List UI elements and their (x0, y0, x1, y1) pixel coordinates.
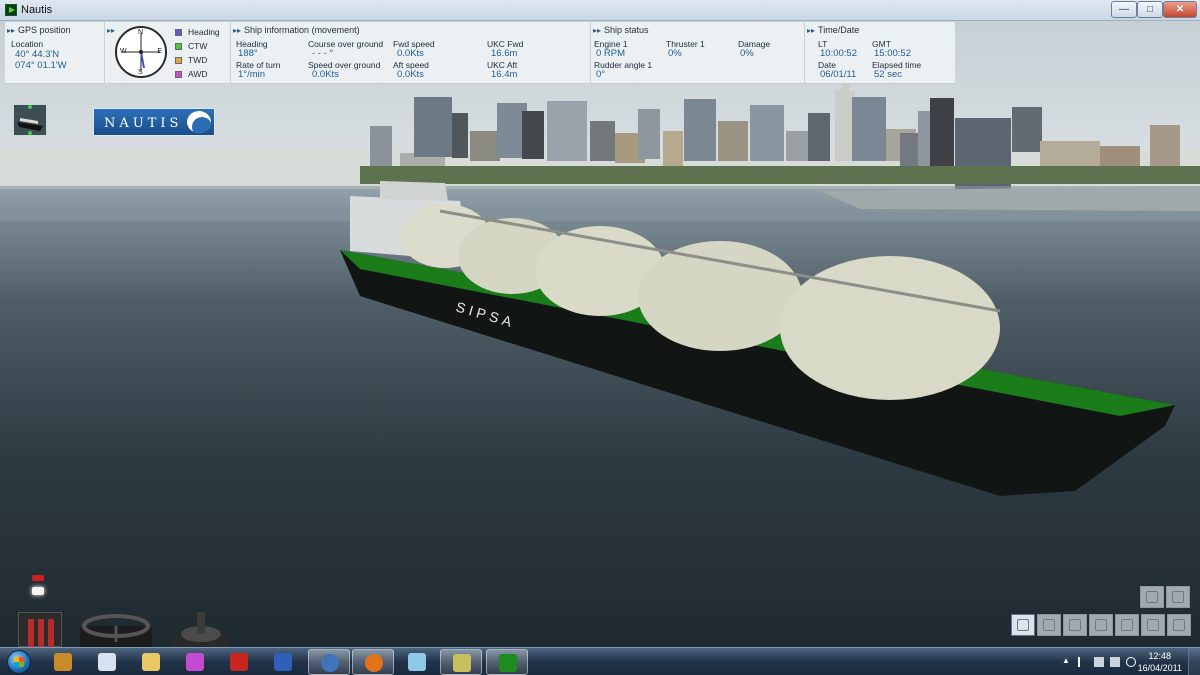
nautis-play-icon (499, 654, 517, 672)
window-title: Nautis (21, 4, 53, 16)
collapse-chevron-icon[interactable]: ▸▸ (593, 26, 601, 35)
course-over-ground-value: - - - ° (312, 48, 334, 59)
taskbar-app-word[interactable] (262, 649, 304, 675)
minimize-button[interactable]: — (1111, 1, 1137, 18)
nautis-wave-icon (187, 111, 211, 133)
fwd-speed-value: 0.0Kts (397, 48, 424, 59)
taskbar-clock[interactable]: 12:48 16/04/2011 (1138, 650, 1182, 674)
volume-icon[interactable] (1126, 657, 1136, 667)
speed-over-ground-value: 0.0Kts (312, 69, 339, 80)
legend-twd: TWD (175, 55, 207, 65)
ukc-aft-value: 16.4m (491, 69, 518, 80)
rate-of-turn-value: 1°/min (238, 69, 266, 80)
damage-value: 0% (740, 48, 754, 59)
aft-speed-value: 0.0Kts (397, 69, 424, 80)
longitude-value: 074° 01.1'W (15, 60, 67, 71)
acrobat-icon (230, 653, 248, 671)
close-button[interactable]: ✕ (1163, 1, 1197, 18)
tray-expand-icon[interactable]: ▲ (1062, 656, 1072, 666)
location-label: Location (11, 39, 44, 49)
azimuth-thruster-control[interactable] (170, 612, 232, 652)
clock-time: 12:48 (1148, 651, 1172, 661)
ship-info-title: Ship information (movement) (244, 25, 360, 35)
taskbar-app-calculator[interactable] (86, 649, 128, 675)
collapse-chevron-icon[interactable]: ▸▸ (7, 26, 15, 35)
window-title-bar: Nautis — □ ✕ (0, 0, 1200, 21)
nautis-logo: NAUTIS (93, 108, 215, 136)
battery-icon[interactable] (1094, 657, 1104, 667)
nautis-app-icon (5, 4, 17, 16)
camera-view-4-button[interactable] (1089, 614, 1113, 636)
taskbar-app-notepad[interactable] (396, 649, 438, 675)
local-time-value: 10:00:52 (820, 48, 857, 59)
calculator-icon (98, 653, 116, 671)
firefox-icon (365, 654, 383, 672)
thruster-value: 0% (668, 48, 682, 59)
ship-thumbnail[interactable] (13, 104, 47, 136)
compass-panel: ▸▸ N E S W Heading CTW TWD AWD (105, 22, 231, 84)
taskbar-app-game[interactable] (42, 649, 84, 675)
collapse-chevron-icon[interactable]: ▸▸ (233, 26, 241, 35)
time-date-panel: ▸▸ Time/Date LT 10:00:52 Date 06/01/11 GM… (805, 22, 955, 84)
notepad-icon (408, 653, 426, 671)
compass-rose-icon: N E S W (115, 26, 167, 78)
engine-throttle-control[interactable] (18, 612, 62, 647)
windows-orb-icon (7, 650, 31, 674)
maximize-button[interactable]: □ (1137, 1, 1163, 18)
game-icon (54, 653, 72, 671)
camera-pan-button[interactable] (1140, 586, 1164, 608)
legend-awd: AWD (175, 69, 208, 79)
gps-panel: ▸▸ GPS position Location 40° 44.3'N 074° … (5, 22, 105, 84)
start-button[interactable] (4, 648, 34, 675)
ship-status-title: Ship status (604, 25, 649, 35)
action-center-flag-icon[interactable] (1078, 657, 1088, 667)
heading-value: 188° (238, 48, 258, 59)
taskbar-app-firefox[interactable] (352, 649, 394, 675)
camera-view-5-button[interactable] (1115, 614, 1139, 636)
taskbar-app-explorer[interactable] (130, 649, 172, 675)
folder-icon (142, 653, 160, 671)
time-date-title: Time/Date (818, 25, 860, 35)
ship-status-panel: ▸▸ Ship status Engine 1 0 RPM Rudder angl… (591, 22, 805, 84)
camera-view-2-button[interactable] (1037, 614, 1061, 636)
gmt-value: 15:00:52 (874, 48, 911, 59)
legend-ctw: CTW (175, 41, 207, 51)
legend-heading: Heading (175, 27, 220, 37)
folder-sync-icon (453, 654, 471, 672)
ship-info-panel: ▸▸ Ship information (movement) Heading 18… (231, 22, 591, 84)
camera-view-6-button[interactable] (1141, 614, 1165, 636)
show-desktop-button[interactable] (1188, 648, 1200, 675)
rudder-angle-value: 0° (596, 69, 606, 80)
date-value: 06/01/11 (820, 69, 857, 80)
steering-wheel-control[interactable] (78, 612, 154, 652)
collapse-chevron-icon[interactable]: ▸▸ (107, 26, 115, 35)
paint-icon (186, 653, 204, 671)
latitude-value: 40° 44.3'N (15, 49, 60, 60)
taskbar: ▲ 12:48 16/04/2011 (0, 647, 1200, 675)
camera-view-7-button[interactable] (1167, 614, 1191, 636)
taskbar-app-acrobat[interactable] (218, 649, 260, 675)
camera-view-1-button[interactable] (1011, 614, 1035, 636)
taskbar-app-paint[interactable] (174, 649, 216, 675)
network-icon[interactable] (1110, 657, 1120, 667)
taskbar-app-nautis[interactable] (486, 649, 528, 675)
camera-view-3-button[interactable] (1063, 614, 1087, 636)
taskbar-app-folder-sync[interactable] (440, 649, 482, 675)
taskbar-app-thunderbird[interactable] (308, 649, 350, 675)
engine-value: 0 RPM (596, 48, 626, 59)
gps-panel-title: GPS position (18, 25, 71, 35)
alarm-beacon-icon (30, 575, 46, 599)
thunderbird-icon (321, 654, 339, 672)
elapsed-time-value: 52 sec (874, 69, 902, 80)
system-tray: ▲ 12:48 16/04/2011 (1060, 648, 1200, 675)
clock-date: 16/04/2011 (1137, 663, 1182, 673)
word-icon (274, 653, 292, 671)
ukc-fwd-value: 16.6m (491, 48, 518, 59)
hud-panel: ▸▸ GPS position Location 40° 44.3'N 074° … (5, 22, 955, 84)
collapse-chevron-icon[interactable]: ▸▸ (807, 26, 815, 35)
camera-rotate-button[interactable] (1166, 586, 1190, 608)
